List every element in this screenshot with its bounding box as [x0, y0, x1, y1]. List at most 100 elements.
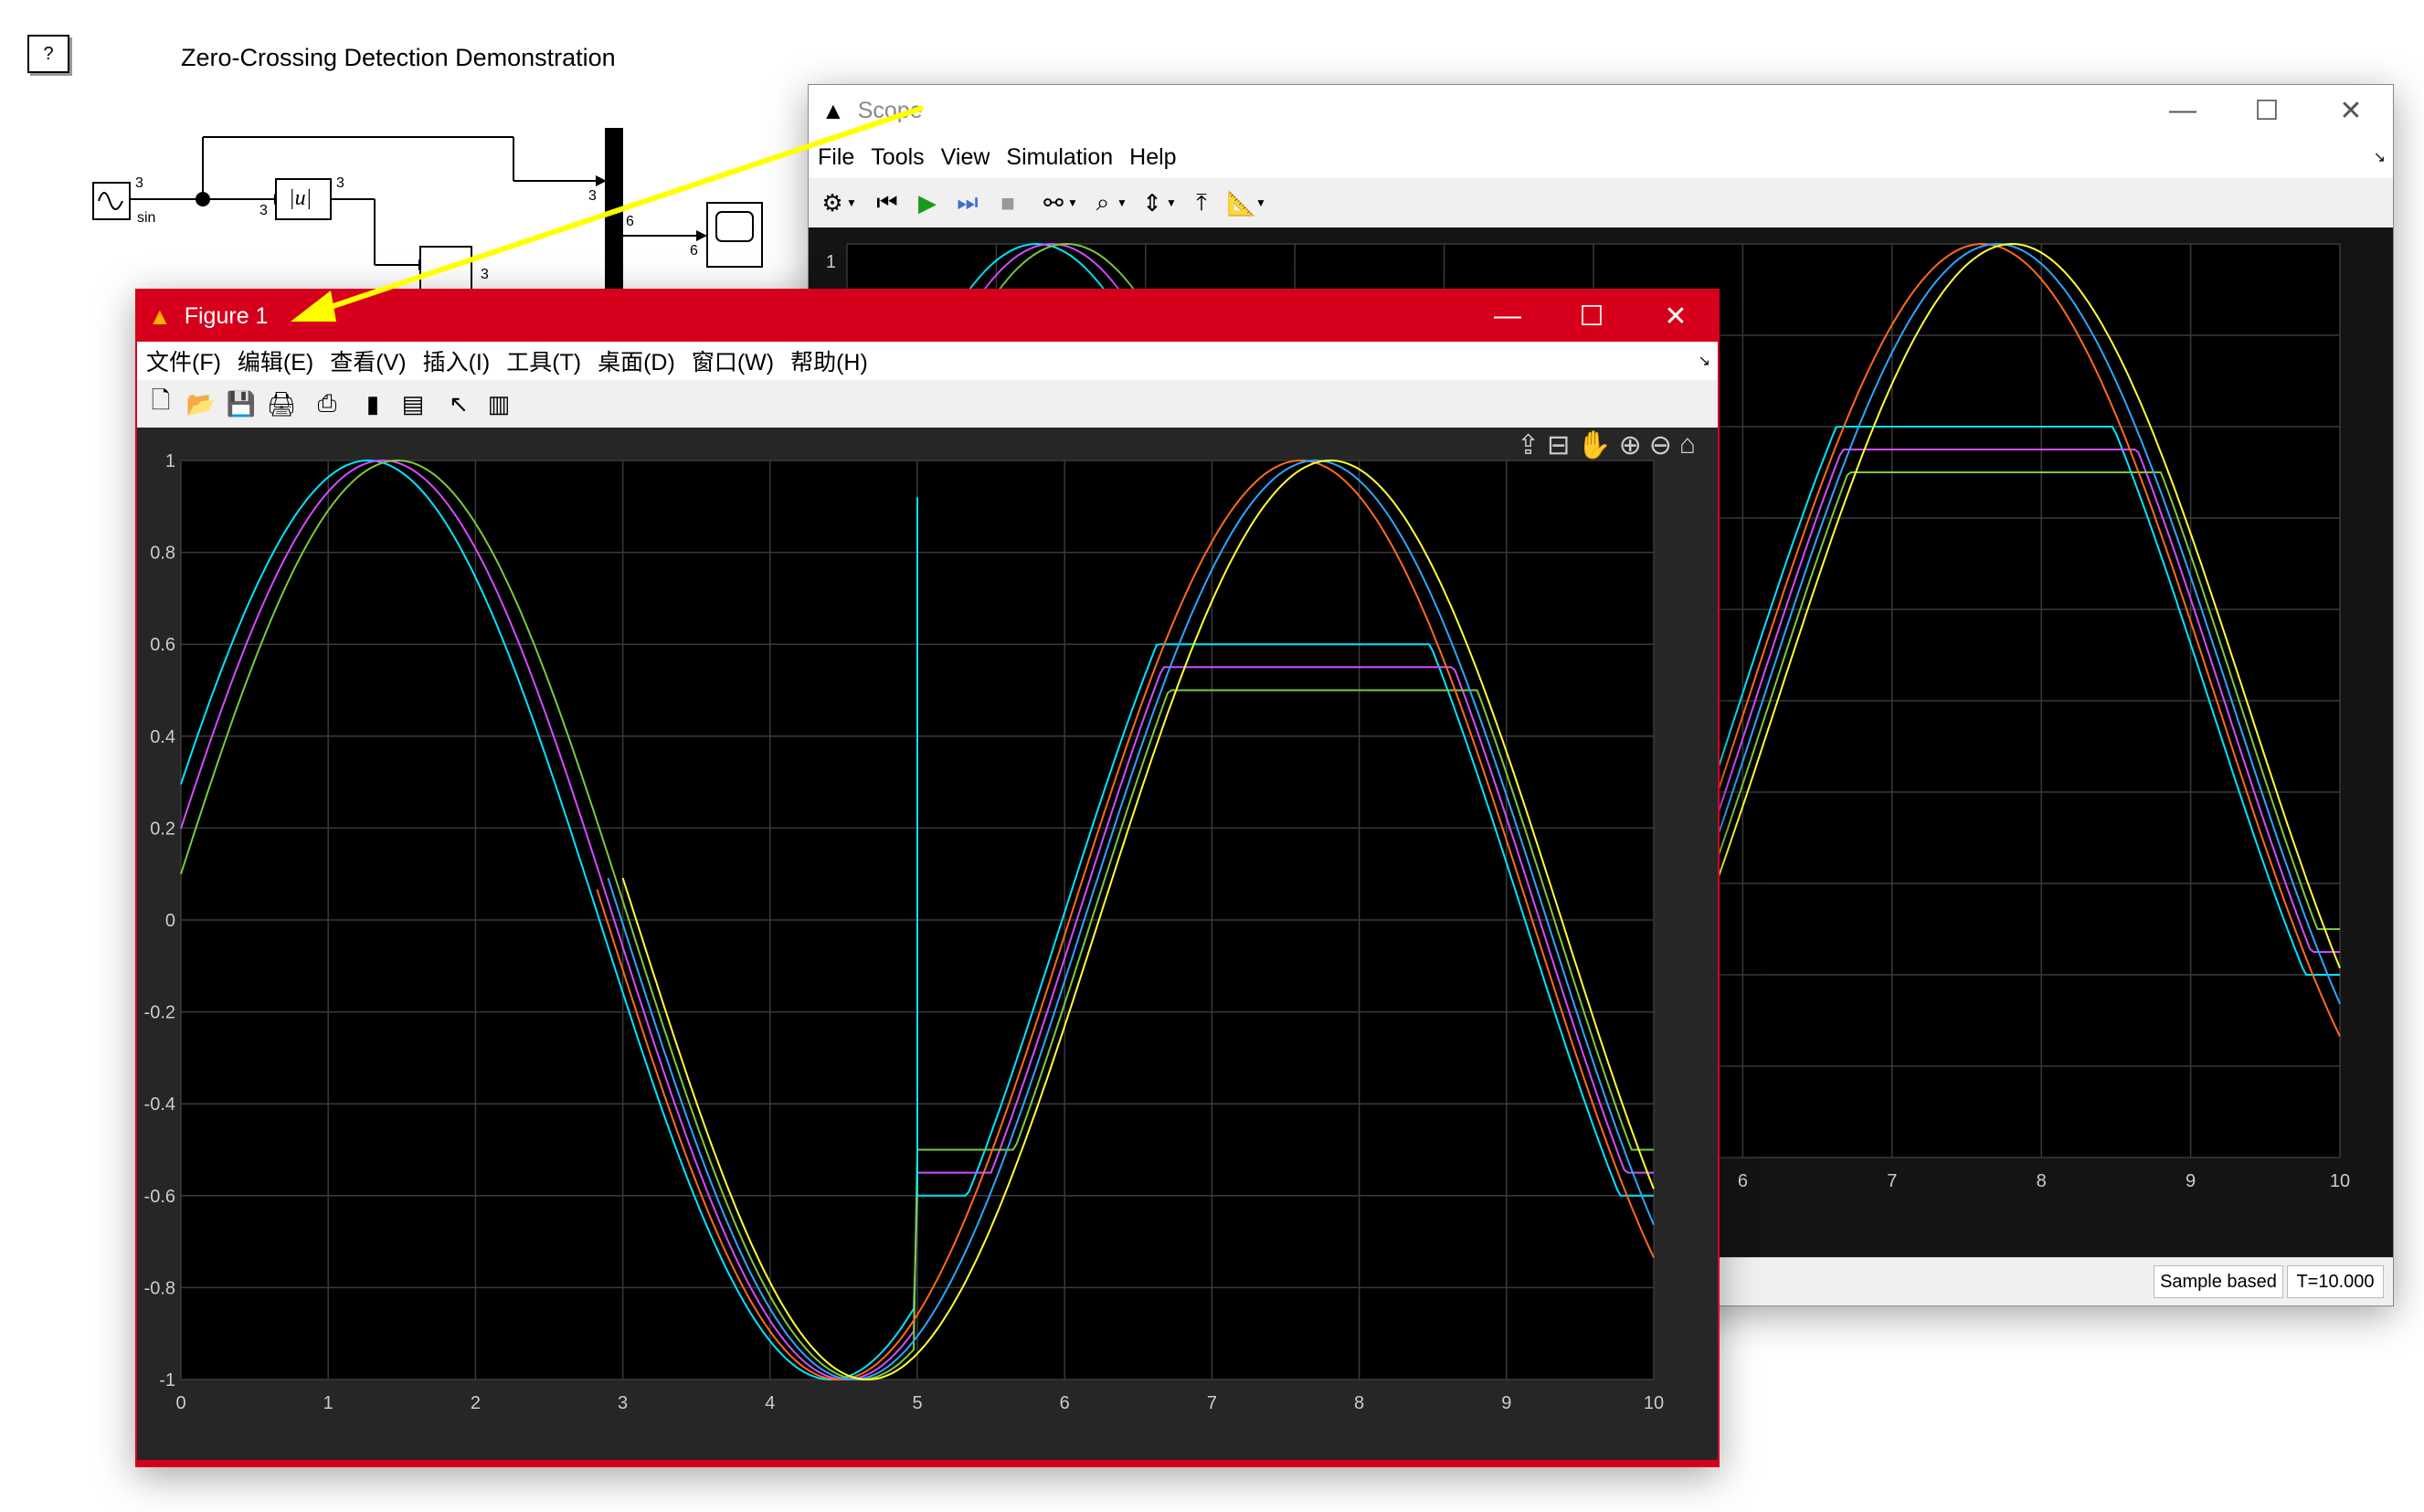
- x-tick-label: 1: [323, 1393, 333, 1413]
- scope-titlebar[interactable]: ▲ Scope — ☐ ✕: [809, 85, 2393, 136]
- zoom-in-icon[interactable]: ⊕: [1619, 429, 1642, 461]
- print-icon[interactable]: 🖨: [265, 387, 298, 420]
- sim-time-status: T=10.000: [2287, 1265, 2384, 1298]
- menu-window[interactable]: 窗口(W): [692, 344, 774, 377]
- highlight-icon[interactable]: ⚯: [1037, 186, 1070, 219]
- menu-help[interactable]: Help: [1129, 144, 1176, 171]
- y-tick-label: 0: [165, 911, 175, 931]
- menu-help[interactable]: 帮助(H): [790, 344, 868, 377]
- chevron-down-icon[interactable]: ▼: [1066, 186, 1079, 219]
- settings-icon[interactable]: ⚙: [816, 186, 849, 219]
- menu-view[interactable]: 查看(V): [330, 344, 406, 377]
- legend-icon[interactable]: ▤: [397, 387, 429, 420]
- figure-window: ▲ Figure 1 — ☐ ✕ 文件(F) 编辑(E) 查看(V) 插入(I)…: [135, 289, 1720, 1467]
- scope-block[interactable]: [706, 202, 763, 268]
- x-tick-label: 10: [2330, 1171, 2350, 1191]
- chevron-down-icon[interactable]: ▼: [1254, 186, 1267, 219]
- model-title: Zero-Crossing Detection Demonstration: [181, 44, 616, 71]
- figure-menubar: 文件(F) 编辑(E) 查看(V) 插入(I) 工具(T) 桌面(D) 窗口(W…: [137, 342, 1718, 380]
- x-tick-label: 7: [1207, 1393, 1217, 1413]
- colorbar-icon[interactable]: ▮: [356, 387, 389, 420]
- measure-icon[interactable]: 📐: [1225, 186, 1258, 219]
- figure-titlebar[interactable]: ▲ Figure 1 — ☐ ✕: [137, 291, 1718, 342]
- scale-icon[interactable]: ⇕: [1136, 186, 1169, 219]
- x-tick-label: 8: [2037, 1171, 2047, 1191]
- sample-mode-status: Sample based: [2154, 1265, 2283, 1298]
- property-editor-icon[interactable]: ▥: [482, 387, 515, 420]
- home-icon[interactable]: ⌂: [1679, 429, 1696, 461]
- pan-icon[interactable]: ✋: [1577, 429, 1611, 461]
- axes-toolbar: ⇪ ⊟ ✋ ⊕ ⊖ ⌂: [1517, 429, 1696, 461]
- minimize-icon[interactable]: —: [2141, 85, 2225, 136]
- trigger-icon[interactable]: ⤒: [1185, 186, 1218, 219]
- x-tick-label: 4: [765, 1393, 775, 1413]
- sine-block[interactable]: [92, 182, 131, 220]
- abs-block-label: |u|: [289, 186, 312, 210]
- mux-block[interactable]: [605, 128, 623, 301]
- new-icon[interactable]: 🗋: [144, 386, 177, 420]
- open-icon[interactable]: 📂: [185, 387, 217, 420]
- scope-menubar: File Tools View Simulation Help ↘: [809, 136, 2393, 178]
- minimize-icon[interactable]: —: [1466, 291, 1550, 342]
- x-tick-label: 9: [2186, 1171, 2196, 1191]
- menu-tools[interactable]: Tools: [871, 144, 924, 171]
- port-width: 3: [336, 175, 344, 191]
- help-block[interactable]: ?: [27, 35, 69, 73]
- port-width: 6: [626, 214, 634, 229]
- figure-title: Figure 1: [184, 302, 269, 329]
- step-back-icon[interactable]: ⏮: [871, 186, 904, 219]
- zoom-out-icon[interactable]: ⊖: [1649, 429, 1672, 461]
- x-tick-label: 2: [471, 1393, 481, 1413]
- chevron-down-icon[interactable]: ▼: [1116, 186, 1128, 219]
- menu-view[interactable]: View: [941, 144, 990, 171]
- dock-icon[interactable]: ↘: [1699, 352, 1710, 370]
- stop-icon[interactable]: ■: [991, 186, 1024, 219]
- dock-icon[interactable]: ↘: [2374, 148, 2386, 166]
- figure-plot-area: 1 0.8 0.6 0.4 0.2 0 -0.2 -0.4 -0.6 -0.8 -1 0 1 2 3 4 5 6 7…: [137, 428, 1718, 1460]
- maximize-icon[interactable]: ☐: [2225, 85, 2309, 136]
- figure-axes[interactable]: 10.80.60.40.20-0.2-0.4-0.6-0.8-10 1 2 3 4 5 6 7…: [137, 428, 1718, 1460]
- y-tick-label: -0.8: [144, 1278, 175, 1298]
- save-icon[interactable]: 💾: [225, 387, 258, 420]
- x-tick-label: 3: [618, 1393, 628, 1413]
- zoom-icon[interactable]: ⌕: [1086, 186, 1119, 219]
- menu-desktop[interactable]: 桌面(D): [598, 344, 675, 377]
- port-width: 3: [135, 175, 143, 191]
- x-tick-label: 7: [1887, 1171, 1897, 1191]
- menu-file[interactable]: File: [818, 144, 854, 171]
- close-icon[interactable]: ✕: [1634, 291, 1718, 342]
- chevron-down-icon[interactable]: ▼: [845, 186, 858, 219]
- brush-icon[interactable]: ⊟: [1547, 429, 1570, 461]
- port-width: 6: [690, 243, 698, 259]
- menu-insert[interactable]: 插入(I): [423, 344, 491, 377]
- y-tick-label: -0.4: [144, 1094, 175, 1115]
- x-tick-label: 6: [1060, 1393, 1070, 1413]
- maximize-icon[interactable]: ☐: [1550, 291, 1634, 342]
- menu-tools[interactable]: 工具(T): [506, 344, 581, 377]
- step-forward-icon[interactable]: ⏭: [951, 186, 984, 219]
- saturation-block[interactable]: [419, 246, 472, 293]
- chevron-down-icon[interactable]: ▼: [1165, 186, 1178, 219]
- pointer-icon[interactable]: ↖: [442, 387, 475, 420]
- scope-toolbar: ⚙ ▼ ⏮ ▶ ⏭ ■ ⚯ ▼ ⌕ ▼ ⇕ ▼ ⤒ 📐 ▼: [809, 178, 2393, 227]
- model-diagram: [92, 128, 763, 301]
- export-icon[interactable]: ⇪: [1517, 429, 1540, 461]
- menu-file[interactable]: 文件(F): [146, 344, 221, 377]
- run-icon[interactable]: ▶: [911, 186, 944, 219]
- x-tick-label: 0: [175, 1393, 185, 1413]
- y-tick-label: 0.6: [150, 635, 175, 655]
- y-tick-label: -1: [159, 1370, 175, 1390]
- y-tick-label: 1: [826, 252, 836, 272]
- matlab-logo-icon: ▲: [148, 301, 172, 330]
- y-tick-label: 0.2: [150, 819, 175, 839]
- print-preview-icon[interactable]: ⎙: [311, 387, 344, 420]
- matlab-logo-icon: ▲: [821, 96, 845, 124]
- x-tick-label: 9: [1501, 1393, 1511, 1413]
- menu-edit[interactable]: 编辑(E): [238, 344, 313, 377]
- port-width: 3: [481, 267, 489, 282]
- y-tick-label: -0.2: [144, 1003, 175, 1023]
- y-tick-label: 0.4: [150, 727, 175, 747]
- menu-simulation[interactable]: Simulation: [1006, 144, 1113, 171]
- x-tick-label: 8: [1354, 1393, 1364, 1413]
- close-icon[interactable]: ✕: [2309, 85, 2393, 136]
